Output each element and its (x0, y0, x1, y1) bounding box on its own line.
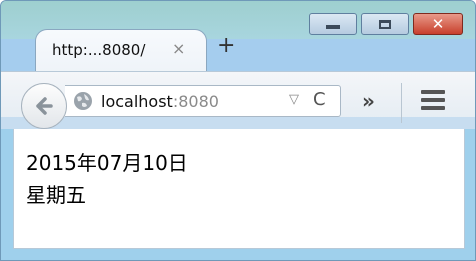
globe-icon (74, 92, 92, 110)
overflow-chevron-icon[interactable]: » (362, 89, 375, 113)
url-bar[interactable]: localhost:8080 ▽ C (65, 85, 341, 117)
toolbar-border (1, 117, 475, 129)
weekday-text: 星期五 (26, 183, 86, 207)
url-host: localhost (101, 92, 173, 111)
tab-title: http:...8080/ (52, 41, 146, 59)
toolbar-divider (401, 83, 402, 123)
tab-active[interactable]: http:...8080/ × (35, 29, 207, 75)
reload-icon[interactable]: C (313, 89, 326, 110)
minimize-button[interactable] (309, 13, 357, 35)
date-text: 2015年07月10日 (26, 151, 188, 175)
minimize-icon (326, 24, 340, 29)
url-text: localhost:8080 (101, 92, 219, 111)
browser-window: ✕ http:...8080/ × + localhost:8080 ▽ C »… (0, 0, 476, 261)
maximize-button[interactable] (361, 13, 409, 35)
dropdown-icon[interactable]: ▽ (289, 92, 299, 107)
url-port: :8080 (172, 92, 219, 111)
close-window-button[interactable]: ✕ (413, 13, 463, 35)
back-button[interactable] (21, 83, 67, 129)
maximize-icon (379, 19, 391, 29)
tab-close-icon[interactable]: × (172, 39, 185, 58)
close-icon: ✕ (431, 14, 445, 33)
window-bottom-border (1, 249, 475, 260)
hamburger-menu-icon[interactable] (421, 90, 445, 110)
new-tab-button[interactable]: + (217, 35, 235, 57)
page-content: 2015年07月10日 星期五 (13, 129, 465, 249)
back-arrow-icon (36, 97, 53, 115)
